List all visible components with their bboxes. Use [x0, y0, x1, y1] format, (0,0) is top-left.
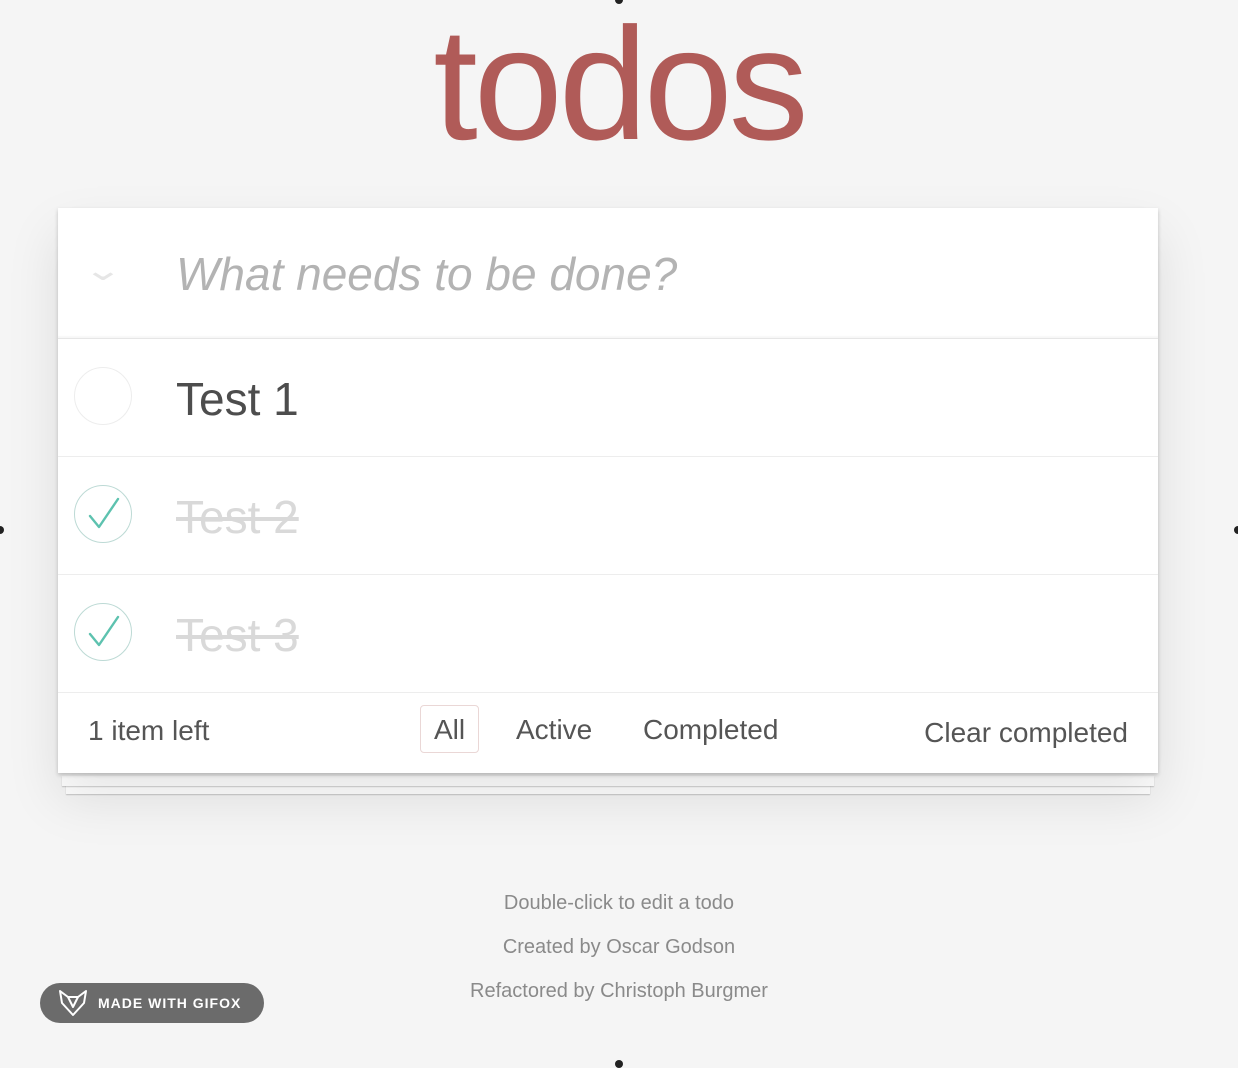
- filter-all[interactable]: All: [420, 705, 480, 753]
- todo-item[interactable]: Test 2: [58, 457, 1158, 575]
- todo-list: Test 1 Test 2 Test 3: [58, 339, 1158, 693]
- toggle-all-chevron-icon[interactable]: ⌄: [82, 256, 124, 286]
- checkmark-icon: [88, 497, 120, 529]
- filter-active[interactable]: Active: [502, 705, 606, 753]
- todo-label[interactable]: Test 3: [176, 607, 299, 663]
- card-stack-shadow-1: [62, 776, 1154, 786]
- app-title: todos: [433, 0, 808, 173]
- filter-completed[interactable]: Completed: [629, 705, 792, 753]
- todo-checkbox-checked[interactable]: [74, 485, 132, 543]
- new-todo-input[interactable]: [176, 238, 1136, 310]
- resize-handle-right[interactable]: [1234, 526, 1238, 534]
- todo-checkbox-checked[interactable]: [74, 603, 132, 661]
- todo-item[interactable]: Test 1: [58, 339, 1158, 457]
- resize-handle-left[interactable]: [0, 526, 4, 534]
- todo-header: ⌄: [58, 208, 1158, 339]
- todo-footer: 1 item left All Active Completed Clear c…: [58, 693, 1158, 773]
- todo-item[interactable]: Test 3: [58, 575, 1158, 693]
- checkmark-icon: [88, 615, 120, 647]
- info-created-by: Created by Oscar Godson: [502, 936, 736, 958]
- info-edit-hint: Double-click to edit a todo: [503, 892, 735, 914]
- gifox-badge-text: MADE WITH GIFOX: [98, 995, 242, 1011]
- clear-completed-button[interactable]: Clear completed: [924, 717, 1128, 749]
- fox-icon: [59, 990, 87, 1016]
- todo-label[interactable]: Test 2: [176, 489, 299, 545]
- todo-count: 1 item left: [88, 715, 210, 746]
- made-with-gifox-badge[interactable]: MADE WITH GIFOX: [40, 983, 264, 1023]
- todo-app-card: ⌄ Test 1 Test 2 Test 3 1 item left: [58, 208, 1158, 773]
- todo-checkbox[interactable]: [74, 367, 132, 425]
- todo-label[interactable]: Test 1: [176, 371, 299, 427]
- resize-handle-bottom[interactable]: [615, 1060, 623, 1068]
